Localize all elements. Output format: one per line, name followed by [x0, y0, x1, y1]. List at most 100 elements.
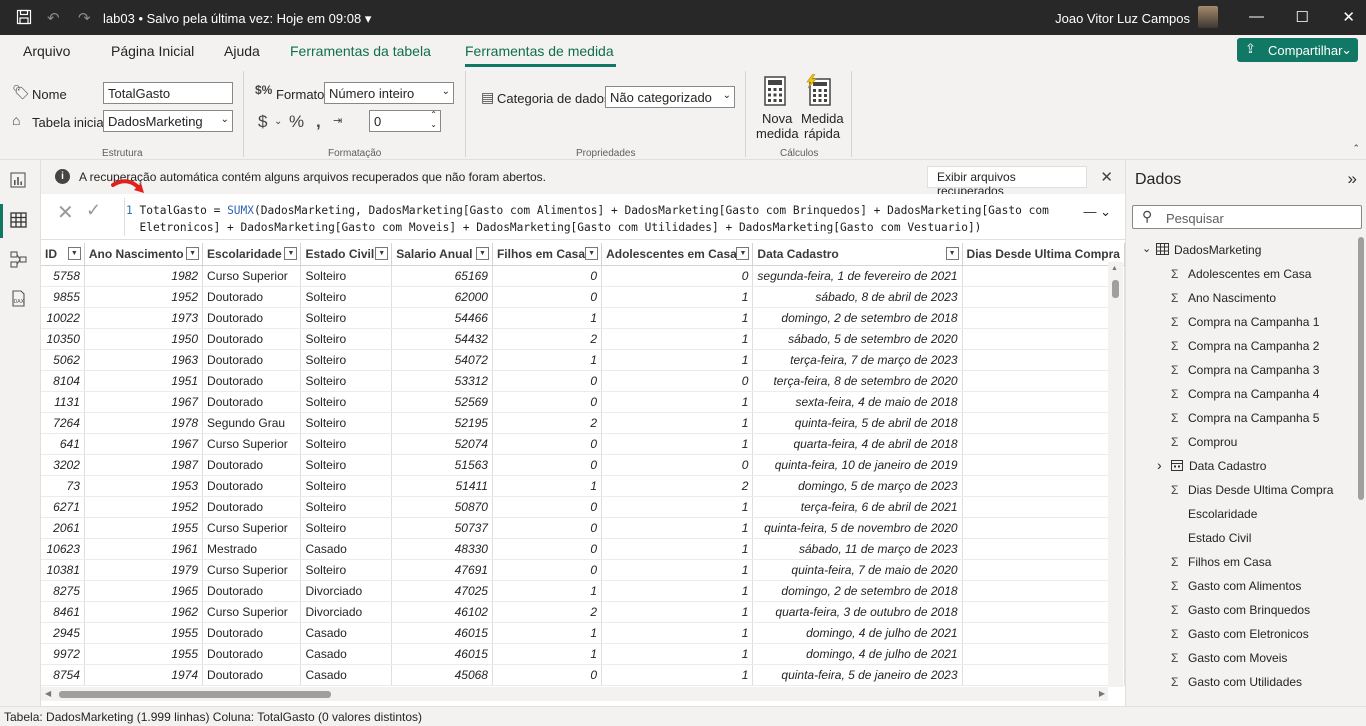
table-cell[interactable]: domingo, 4 de julho de 2021	[752, 643, 963, 665]
table-cell[interactable]: 1	[601, 538, 754, 560]
table-cell[interactable]	[962, 580, 1125, 602]
table-cell[interactable]: 1950	[84, 328, 204, 350]
table-cell[interactable]: 1	[601, 496, 754, 518]
scroll-thumb[interactable]	[59, 691, 331, 698]
table-cell[interactable]	[962, 622, 1125, 644]
table-cell[interactable]: 0	[601, 265, 754, 287]
table-cell[interactable]	[962, 391, 1125, 413]
close-icon[interactable]: ✕	[1342, 8, 1355, 26]
filter-dropdown-icon[interactable]: ▼	[736, 247, 750, 260]
table-cell[interactable]: sábado, 8 de abril de 2023	[752, 286, 963, 308]
table-cell[interactable]: 1	[492, 349, 603, 371]
table-cell[interactable]: 1962	[84, 601, 204, 623]
table-cell[interactable]: 0	[492, 370, 603, 392]
table-cell[interactable]: 1963	[84, 349, 204, 371]
table-cell[interactable]: Doutorado	[202, 391, 302, 413]
table-cell[interactable]: 0	[492, 391, 603, 413]
table-cell[interactable]: 10623	[41, 538, 85, 560]
filter-dropdown-icon[interactable]: ▼	[585, 247, 599, 260]
table-cell[interactable]: 1979	[84, 559, 204, 581]
table-cell[interactable]: 0	[492, 664, 603, 686]
table-cell[interactable]	[962, 664, 1125, 686]
table-cell[interactable]: 51563	[391, 454, 493, 476]
table-cell[interactable]: 1961	[84, 538, 204, 560]
table-cell[interactable]: 5062	[41, 349, 85, 371]
table-row[interactable]: 8754 1974 Doutorado Casado 45068 0 1 quinta-fei…	[41, 664, 1125, 686]
minimize-icon[interactable]: —	[1249, 8, 1264, 25]
table-cell[interactable]: Solteiro	[300, 475, 393, 497]
window-title[interactable]: lab03 • Salvo pela última vez: Hoje em 0…	[103, 11, 371, 27]
table-cell[interactable]: 2	[492, 412, 603, 434]
table-cell[interactable]: Solteiro	[300, 286, 393, 308]
table-cell[interactable]: 1978	[84, 412, 204, 434]
column-header[interactable]: Ano Nascimento ▼	[84, 243, 204, 266]
table-cell[interactable]: 53312	[391, 370, 493, 392]
table-row[interactable]: 73 1953 Doutorado Solteiro 51411 1 2 domingo, 5…	[41, 475, 1125, 497]
filter-dropdown-icon[interactable]: ▼	[375, 247, 389, 260]
avatar[interactable]	[1198, 6, 1218, 28]
table-row[interactable]: 10022 1973 Doutorado Solteiro 54466 1 1 domingo…	[41, 307, 1125, 329]
table-cell[interactable]: 1965	[84, 580, 204, 602]
table-cell[interactable]: Doutorado	[202, 286, 302, 308]
table-cell[interactable]: 46015	[391, 622, 493, 644]
table-cell[interactable]	[962, 601, 1125, 623]
table-cell[interactable]: domingo, 2 de setembro de 2018	[752, 580, 963, 602]
table-cell[interactable]: domingo, 2 de setembro de 2018	[752, 307, 963, 329]
table-cell[interactable]: 0	[492, 496, 603, 518]
table-cell[interactable]: quinta-feira, 5 de janeiro de 2023	[752, 664, 963, 686]
table-cell[interactable]: 1955	[84, 622, 204, 644]
table-cell[interactable]: 73	[41, 475, 85, 497]
table-cell[interactable]: Solteiro	[300, 496, 393, 518]
table-cell[interactable]: 1	[601, 412, 754, 434]
table-cell[interactable]	[962, 307, 1125, 329]
table-cell[interactable]: Solteiro	[300, 454, 393, 476]
table-cell[interactable]: quinta-feira, 5 de abril de 2018	[752, 412, 963, 434]
table-cell[interactable]: terça-feira, 6 de abril de 2021	[752, 496, 963, 518]
table-cell[interactable]	[962, 265, 1125, 287]
table-cell[interactable]: 47691	[391, 559, 493, 581]
tab-ferramentas-medida[interactable]: Ferramentas de medida	[465, 43, 614, 59]
decimal-places-icon[interactable]: ⇥	[333, 114, 342, 127]
table-cell[interactable]	[962, 538, 1125, 560]
table-cell[interactable]: Doutorado	[202, 370, 302, 392]
table-cell[interactable]: 1982	[84, 265, 204, 287]
table-cell[interactable]: 1	[601, 517, 754, 539]
table-cell[interactable]: 46102	[391, 601, 493, 623]
table-cell[interactable]: Segundo Grau	[202, 412, 302, 434]
table-cell[interactable]	[962, 559, 1125, 581]
table-row[interactable]: 1131 1967 Doutorado Solteiro 52569 0 1 sexta-fe…	[41, 391, 1125, 413]
table-cell[interactable]: sexta-feira, 4 de maio de 2018	[752, 391, 963, 413]
table-cell[interactable]: Solteiro	[300, 391, 393, 413]
table-cell[interactable]	[962, 475, 1125, 497]
table-cell[interactable]: 8104	[41, 370, 85, 392]
chevron-down-icon[interactable]: ⌄	[274, 116, 282, 127]
table-cell[interactable]: 8275	[41, 580, 85, 602]
table-cell[interactable]: 1	[601, 580, 754, 602]
vertical-scrollbar[interactable]: ▲	[1108, 262, 1123, 687]
table-row[interactable]: 5758 1982 Curso Superior Solteiro 65169 0 0 seg…	[41, 265, 1125, 287]
scroll-thumb[interactable]	[1358, 237, 1364, 500]
table-cell[interactable]: 1	[492, 580, 603, 602]
table-cell[interactable]: Solteiro	[300, 559, 393, 581]
column-header[interactable]: ID ▼	[41, 243, 85, 266]
table-cell[interactable]: domingo, 4 de julho de 2021	[752, 622, 963, 644]
table-cell[interactable]: Doutorado	[202, 475, 302, 497]
table-cell[interactable]: 1	[492, 643, 603, 665]
stepper-arrows-icon[interactable]: ⌃ ⌄	[430, 110, 437, 130]
report-view-icon[interactable]	[10, 172, 26, 193]
table-cell[interactable]: 54432	[391, 328, 493, 350]
table-cell[interactable]: 0	[601, 370, 754, 392]
filter-dropdown-icon[interactable]: ▼	[945, 247, 959, 260]
table-cell[interactable]	[962, 517, 1125, 539]
table-cell[interactable]	[962, 286, 1125, 308]
filter-dropdown-icon[interactable]: ▼	[475, 247, 489, 260]
table-cell[interactable]: Solteiro	[300, 349, 393, 371]
table-cell[interactable]: 52074	[391, 433, 493, 455]
table-row[interactable]: 8275 1965 Doutorado Divorciado 47025 1 1 doming…	[41, 580, 1125, 602]
table-cell[interactable]: 1	[601, 622, 754, 644]
table-cell[interactable]: quarta-feira, 3 de outubro de 2018	[752, 601, 963, 623]
table-cell[interactable]: 1	[601, 559, 754, 581]
table-row[interactable]: 8104 1951 Doutorado Solteiro 53312 0 0 terça-fe…	[41, 370, 1125, 392]
filter-dropdown-icon[interactable]: ▼	[67, 247, 81, 260]
tab-arquivo[interactable]: Arquivo	[23, 43, 70, 59]
